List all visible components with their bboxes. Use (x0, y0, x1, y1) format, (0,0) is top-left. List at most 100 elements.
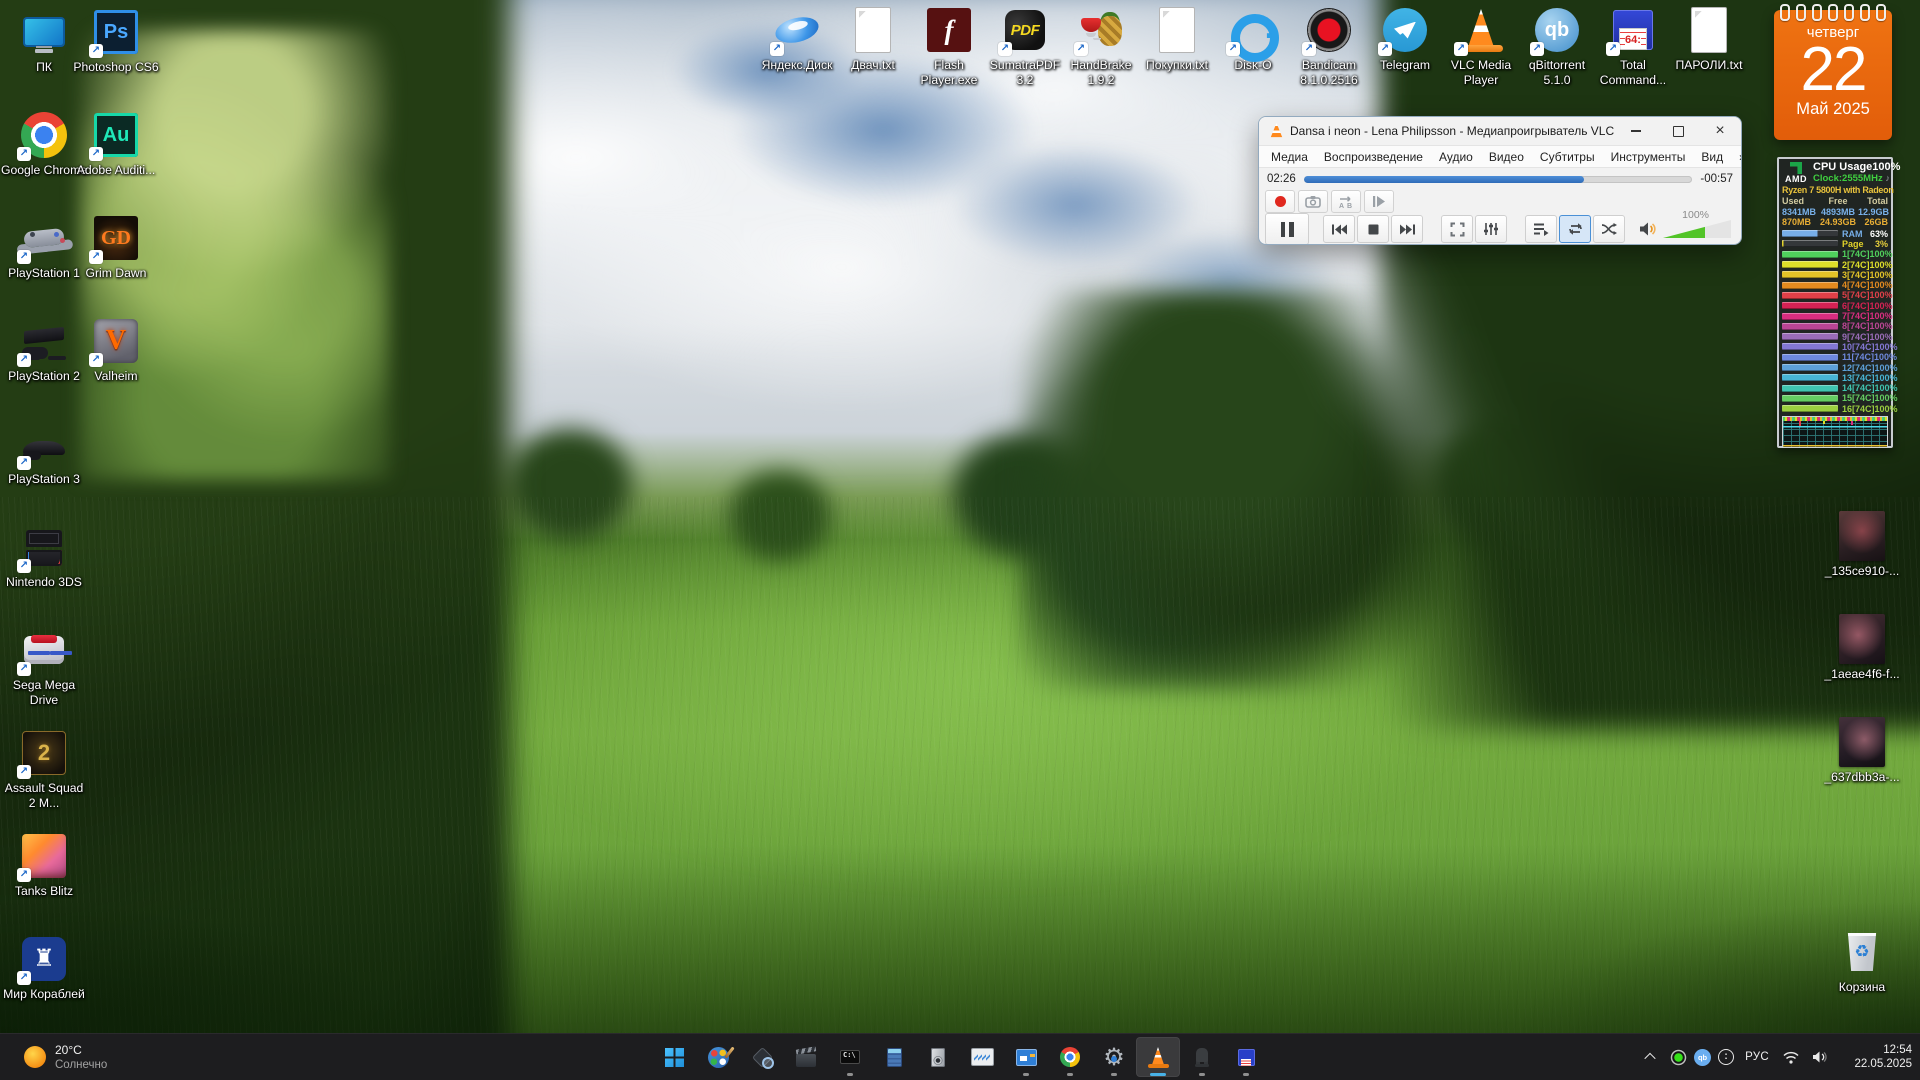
sun-icon (24, 1046, 46, 1068)
desktop-icon[interactable]: Ps ↗ Photoshop CS6 (72, 8, 160, 111)
menu-item[interactable]: Вид (1693, 150, 1731, 164)
vlc-titlebar[interactable]: Dansa i neon - Lena Philipsson - Медиапр… (1259, 117, 1741, 145)
desktop-icon-label: VLC Media Player (1443, 58, 1519, 88)
fullscreen-button[interactable] (1441, 215, 1473, 243)
vlc-seek-row: 02:26 -00:57 (1259, 168, 1741, 189)
tray-chevron-up-icon[interactable] (1637, 1042, 1663, 1072)
camera-icon (1305, 195, 1321, 208)
desktop-icon[interactable]: 64: ↗ Total Command... (1595, 6, 1671, 88)
tag-editor-app[interactable] (740, 1037, 784, 1077)
disk-o-tray-icon[interactable]: : (1718, 1049, 1734, 1065)
wifi-icon[interactable] (1780, 1042, 1802, 1072)
cpu-meter-row: 5[74C] 100% (1782, 290, 1888, 300)
frame-step-button[interactable] (1364, 190, 1394, 213)
vlc-app[interactable] (1136, 1037, 1180, 1077)
desktop-icon[interactable]: ↗ Bandicam 8.1.0.2516 (1291, 6, 1367, 88)
desktop-icon[interactable]: ↗ HandBrake 1.9.2 (1063, 6, 1139, 88)
presentation-app[interactable] (1004, 1037, 1048, 1077)
desktop-icon[interactable]: GD ↗ Grim Dawn (72, 214, 160, 317)
clock[interactable]: 12:54 22.05.2025 (1838, 1043, 1912, 1071)
desktop-icon[interactable]: ↗ VLC Media Player (1443, 6, 1519, 88)
desktop-icon[interactable]: : ↗ Disk-O (1215, 6, 1291, 88)
desktop-icon[interactable]: V ↗ Valheim (72, 317, 160, 420)
stop-button[interactable] (1357, 215, 1389, 243)
calendar-day: 22 (1801, 41, 1866, 100)
weather-widget[interactable]: 20°C Солнечно (16, 1034, 115, 1080)
desktop-icon[interactable]: Двач.txt (835, 6, 911, 88)
desktop-icon[interactable]: ↗ Tanks Blitz (0, 832, 88, 935)
menu-item[interactable]: Субтитры (1532, 150, 1603, 164)
desktop-icon[interactable]: ↗ Telegram (1367, 6, 1443, 88)
volume-control[interactable]: 100% (1639, 220, 1735, 238)
cpu-meter-row: 15[74C] 100% (1782, 393, 1888, 403)
desktop-icon[interactable]: f Flash Player.exe (911, 6, 987, 88)
language-indicator[interactable]: РУС (1741, 1051, 1773, 1063)
pause-button[interactable] (1265, 213, 1309, 245)
audition-icon: Au ↗ (92, 111, 140, 159)
desktop-icon[interactable]: PDF ↗ SumatraPDF 3.2 (987, 6, 1063, 88)
desktop-icon[interactable]: _1aeae4f6-f... (1818, 615, 1906, 718)
settings-app[interactable] (1092, 1037, 1136, 1077)
cpu-meter-row: 6[74C] 100% (1782, 301, 1888, 311)
game-app[interactable] (1180, 1037, 1224, 1077)
desktop-icon[interactable]: Покупки.txt (1139, 6, 1215, 88)
audio-player-app[interactable] (916, 1037, 960, 1077)
desktop-icon[interactable]: ↗ Sega Mega Drive (0, 626, 88, 729)
menu-item[interactable]: Видео (1481, 150, 1532, 164)
system-tray: qb : РУС 12:54 22.05.2025 (1637, 1034, 1912, 1080)
cpu-meters: RAM 63% Page 3% 1[74C] 100% 2[74 (1782, 229, 1888, 414)
desktop-icon[interactable]: ↗ Nintendo 3DS (0, 523, 88, 626)
next-button[interactable] (1391, 215, 1423, 243)
menu-item[interactable]: Воспроизведение (1316, 150, 1431, 164)
previous-button[interactable] (1323, 215, 1355, 243)
snapshot-button[interactable] (1298, 190, 1328, 213)
photoshop-icon: Ps ↗ (92, 8, 140, 56)
desktop-icon[interactable]: ↗ PlayStation 3 (0, 420, 88, 523)
desktop-icon[interactable]: ПАРОЛИ.txt (1671, 6, 1747, 88)
desktop-icon[interactable]: ♜ ↗ Мир Кораблей (0, 935, 88, 1038)
close-button[interactable]: × (1699, 117, 1741, 145)
calculator-app[interactable] (872, 1037, 916, 1077)
seek-bar[interactable] (1304, 176, 1693, 183)
ab-loop-button[interactable]: AB (1331, 190, 1361, 213)
recycle-bin[interactable]: ♻ Корзина (1818, 928, 1906, 995)
qbittorrent-tray-icon[interactable]: qb (1694, 1049, 1711, 1066)
presentation-icon (1013, 1044, 1039, 1070)
shuffle-button[interactable] (1593, 215, 1625, 243)
maximize-button[interactable] (1657, 117, 1699, 145)
paint-app[interactable] (696, 1037, 740, 1077)
menu-item[interactable]: » (1731, 150, 1742, 164)
commander-app[interactable] (1224, 1037, 1268, 1077)
desktop-icon[interactable]: _637dbb3a-... (1818, 718, 1906, 821)
minimize-button[interactable] (1615, 117, 1657, 145)
desktop-icon[interactable]: qb ↗ qBittorrent 5.1.0 (1519, 6, 1595, 88)
terminal-app[interactable] (828, 1037, 872, 1077)
ps2-console-icon: ↗ (20, 317, 68, 365)
volume-slider[interactable] (1663, 220, 1731, 238)
playlist-button[interactable] (1525, 215, 1557, 243)
desktop-icon[interactable]: ↗ Яндекс.Диск (759, 6, 835, 88)
cpu-meter-row: 16[74C] 100% (1782, 404, 1888, 414)
volume-tray-icon[interactable] (1809, 1042, 1831, 1072)
tanks-blitz-icon: ↗ (20, 832, 68, 880)
loop-button[interactable] (1559, 215, 1591, 243)
image-file-icon-1 (1838, 512, 1886, 560)
menu-item[interactable]: Инструменты (1603, 150, 1694, 164)
chrome-app[interactable] (1048, 1037, 1092, 1077)
video-editor-app[interactable] (784, 1037, 828, 1077)
record-button[interactable] (1265, 190, 1295, 213)
shortcut-arrow-icon: ↗ (770, 42, 784, 56)
menu-item[interactable]: Аудио (1431, 150, 1481, 164)
desktop-left-column-2: Ps ↗ Photoshop CS6 Au ↗ Adobe Auditi... … (72, 8, 160, 420)
equalizer-button[interactable] (1475, 215, 1507, 243)
start-button[interactable] (652, 1037, 696, 1077)
remaining-time: -00:57 (1700, 173, 1733, 185)
bandicam-tray-icon[interactable] (1670, 1049, 1687, 1066)
cpu-meter-row: 1[74C] 100% (1782, 249, 1888, 259)
cpu-meter-row: 11[74C] 100% (1782, 352, 1888, 362)
desktop-icon[interactable]: Au ↗ Adobe Auditi... (72, 111, 160, 214)
desktop-icon[interactable]: 2 ↗ Assault Squad 2 M... (0, 729, 88, 832)
desktop-icon[interactable]: _135ce910-... (1818, 512, 1906, 615)
menu-item[interactable]: Медиа (1263, 150, 1316, 164)
monitor-app[interactable] (960, 1037, 1004, 1077)
